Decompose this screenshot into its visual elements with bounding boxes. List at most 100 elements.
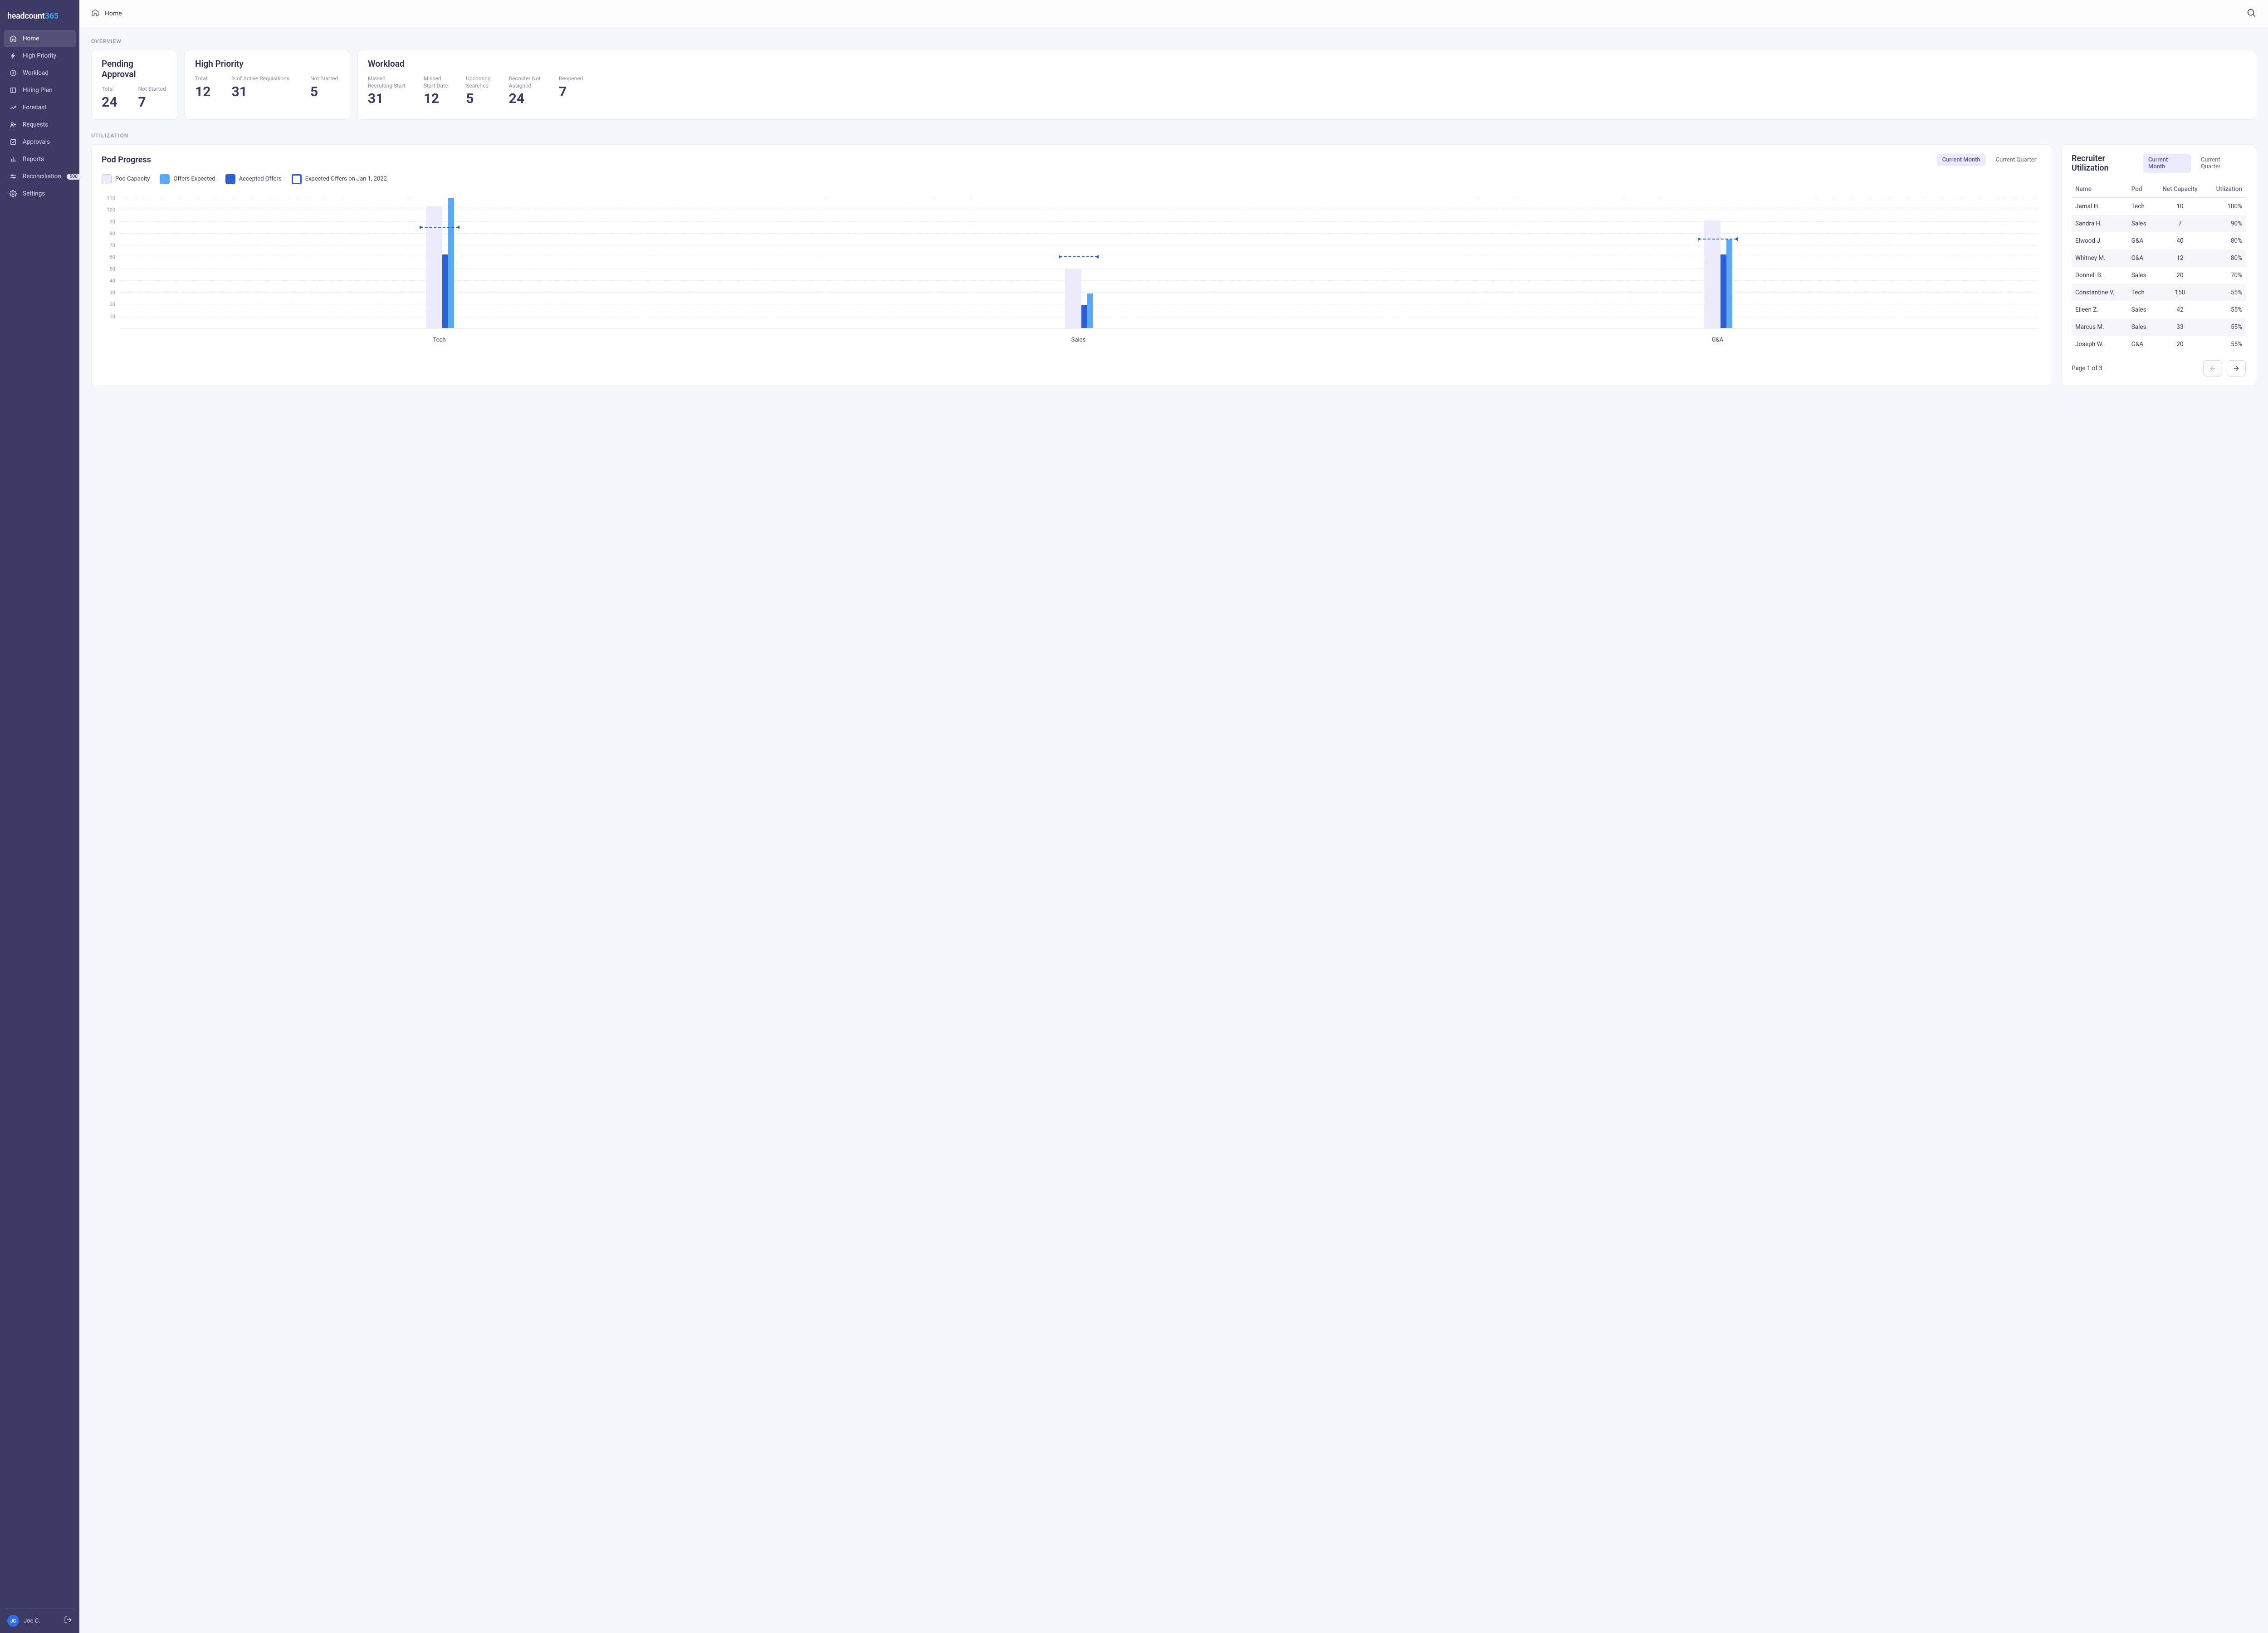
sidebar-item-label: Reconciliation xyxy=(23,173,61,180)
table-row[interactable]: Elwood J.G&A4080% xyxy=(2072,232,2246,249)
col-utilization[interactable]: Utlization xyxy=(2205,181,2246,198)
metric-value: 31 xyxy=(368,92,406,106)
topbar: Home xyxy=(79,0,2268,27)
y-tick: 30 xyxy=(102,290,115,296)
cell-utilization: 55% xyxy=(2205,336,2246,353)
bar-group-g-a xyxy=(1704,192,1731,328)
recruiter-table: Name Pod Net Capacity Utlization Jamal H… xyxy=(2072,181,2246,353)
cell-pod: Sales xyxy=(2128,267,2155,284)
x-label: Tech xyxy=(120,332,759,347)
cell-utilization: 90% xyxy=(2205,215,2246,232)
table-row[interactable]: Marcus M.Sales3355% xyxy=(2072,318,2246,336)
sidebar-item-high-priority[interactable]: High Priority xyxy=(4,47,76,64)
toggle-current-quarter[interactable]: Current Quarter xyxy=(2195,154,2246,173)
table-row[interactable]: Whitney M.G&A1280% xyxy=(2072,249,2246,267)
cell-pod: Tech xyxy=(2128,197,2155,215)
cell-name: Jamal H. xyxy=(2072,197,2128,215)
person-plus-icon xyxy=(9,121,17,129)
cell-net_capacity: 33 xyxy=(2155,318,2206,336)
sidebar-item-label: High Priority xyxy=(23,52,56,59)
pager-prev[interactable] xyxy=(2203,360,2222,376)
table-row[interactable]: Donnell B.Sales2070% xyxy=(2072,267,2246,284)
y-tick: 80 xyxy=(102,230,115,236)
bar-group-sales xyxy=(1065,192,1092,328)
panel-recruiter-utilization: Recruiter Utilization Current Month Curr… xyxy=(2061,144,2256,386)
y-tick: 110 xyxy=(102,195,115,201)
sidebar-item-home[interactable]: Home xyxy=(4,30,76,47)
metric: Reopened7 xyxy=(559,75,583,106)
logout-icon[interactable] xyxy=(64,1616,72,1626)
card-high-priority[interactable]: High Priority Total12% of Active Requisi… xyxy=(185,50,350,120)
card-workload[interactable]: Workload Missed Recruiting Start31Missed… xyxy=(357,50,2256,120)
overview-label: OVERVIEW xyxy=(91,38,2256,44)
cell-net_capacity: 42 xyxy=(2155,301,2206,318)
metric-value: 24 xyxy=(509,92,541,106)
metric-label: Not Started xyxy=(138,86,166,93)
card-pending-approval[interactable]: Pending Approval Total24 Not Started 7 xyxy=(91,50,177,120)
sidebar-item-label: Forecast xyxy=(23,104,46,111)
sidebar-item-approvals[interactable]: Approvals xyxy=(4,133,76,151)
panel-title: Pod Progress xyxy=(102,155,151,165)
table-row[interactable]: Sandra H.Sales790% xyxy=(2072,215,2246,232)
sidebar-item-hiring-plan[interactable]: Hiring Plan xyxy=(4,82,76,99)
toggle-current-month[interactable]: Current Month xyxy=(2143,154,2191,173)
table-row[interactable]: Jamal H.Tech10100% xyxy=(2072,197,2246,215)
metric: Missed Recruiting Start31 xyxy=(368,75,406,106)
toggle-current-quarter[interactable]: Current Quarter xyxy=(1990,154,2042,166)
swatch-icon xyxy=(225,174,235,184)
y-tick: 90 xyxy=(102,219,115,225)
sidebar-item-label: Home xyxy=(23,35,39,42)
sidebar-item-forecast[interactable]: Forecast xyxy=(4,99,76,116)
table-row[interactable]: Constantine V.Tech15055% xyxy=(2072,284,2246,301)
sidebar-item-label: Requests xyxy=(23,121,48,128)
sidebar-item-settings[interactable]: Settings xyxy=(4,185,76,202)
sidebar-item-reports[interactable]: Reports xyxy=(4,151,76,168)
col-name[interactable]: Name xyxy=(2072,181,2128,198)
bar-capacity xyxy=(1704,220,1721,328)
legend-offers-expected: Offers Expected xyxy=(160,174,215,184)
table-row[interactable]: Eileen Z.Sales4255% xyxy=(2072,301,2246,318)
panel-title: Recruiter Utilization xyxy=(2072,154,2143,173)
cell-pod: G&A xyxy=(2128,336,2155,353)
nav: Home High Priority WorkloadHiring Plan Fore… xyxy=(0,30,79,1608)
sidebar-item-label: Approvals xyxy=(23,138,50,146)
bar-offers-expected xyxy=(1087,293,1093,328)
col-net-capacity[interactable]: Net Capacity xyxy=(2155,181,2206,198)
toggle-current-month[interactable]: Current Month xyxy=(1937,154,1986,166)
cell-pod: G&A xyxy=(2128,232,2155,249)
metric: Upcoming Searches5 xyxy=(466,75,490,106)
col-pod[interactable]: Pod xyxy=(2128,181,2155,198)
metric: Not Started 7 xyxy=(138,86,166,109)
cell-pod: Tech xyxy=(2128,284,2155,301)
legend-target: Expected Offers on Jan 1, 2022 xyxy=(292,174,387,184)
metric-label: % of Active Requisitions xyxy=(231,75,289,83)
avatar[interactable]: JC xyxy=(7,1615,19,1627)
cell-utilization: 80% xyxy=(2205,249,2246,267)
sidebar-item-requests[interactable]: Requests xyxy=(4,116,76,133)
toggle-pod-progress: Current Month Current Quarter xyxy=(1937,154,2042,166)
sidebar-item-workload[interactable]: Workload xyxy=(4,64,76,82)
cell-net_capacity: 7 xyxy=(2155,215,2206,232)
cell-utilization: 80% xyxy=(2205,232,2246,249)
sidebar: headcount365 Home High Priority WorkloadHi… xyxy=(0,0,79,1633)
sidebar-item-badge: 500 xyxy=(67,174,81,180)
home-icon xyxy=(9,34,17,43)
pager-next[interactable] xyxy=(2227,360,2246,376)
metric: Total24 xyxy=(102,86,117,109)
brand-logo: headcount365 xyxy=(0,0,79,30)
target-line xyxy=(1060,256,1098,257)
metric-value: 5 xyxy=(466,92,490,106)
home-icon xyxy=(91,9,99,19)
bar-group-tech xyxy=(426,192,453,328)
search-icon[interactable] xyxy=(2246,8,2256,20)
table-row[interactable]: Joseph W.G&A2055% xyxy=(2072,336,2246,353)
cell-pod: Sales xyxy=(2128,215,2155,232)
metric: Total12 xyxy=(195,75,210,99)
metric: % of Active Requisitions31 xyxy=(231,75,289,99)
sidebar-item-reconciliation[interactable]: Reconciliation500 xyxy=(4,168,76,185)
card-title: Pending Approval xyxy=(102,59,167,79)
metric-label: Not Started xyxy=(310,75,338,83)
x-label: Sales xyxy=(759,332,1398,347)
metric-value: 7 xyxy=(138,96,166,109)
cell-pod: G&A xyxy=(2128,249,2155,267)
